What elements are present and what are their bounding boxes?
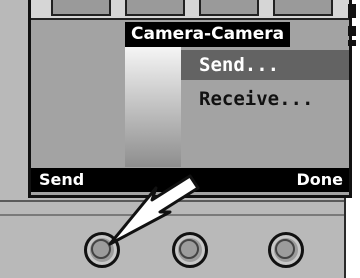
menu-title: Camera-Camera	[125, 22, 291, 47]
tab-1[interactable]	[51, 0, 111, 16]
menu-item-send[interactable]: Send...	[181, 50, 349, 80]
middle-button[interactable]	[172, 232, 208, 268]
edge-marking	[348, 40, 356, 46]
tab-3[interactable]	[199, 0, 259, 16]
bezel-divider	[0, 200, 344, 202]
edge-marking	[348, 4, 356, 18]
tab-4[interactable]	[273, 0, 333, 16]
tab-strip	[31, 0, 349, 20]
edge-marking	[348, 26, 356, 36]
left-softkey-button[interactable]	[84, 232, 120, 268]
lcd-screen: Camera-Camera Send... Receive... Send Do…	[28, 0, 352, 198]
softkey-bar: Send Done	[31, 168, 349, 192]
tab-2[interactable]	[125, 0, 185, 16]
bezel-divider	[0, 214, 344, 216]
softkey-done[interactable]: Done	[296, 168, 343, 192]
menu-gradient-column	[125, 47, 181, 167]
menu-item-receive[interactable]: Receive...	[181, 84, 349, 114]
softkey-send[interactable]: Send	[39, 168, 84, 192]
right-softkey-button[interactable]	[268, 232, 304, 268]
